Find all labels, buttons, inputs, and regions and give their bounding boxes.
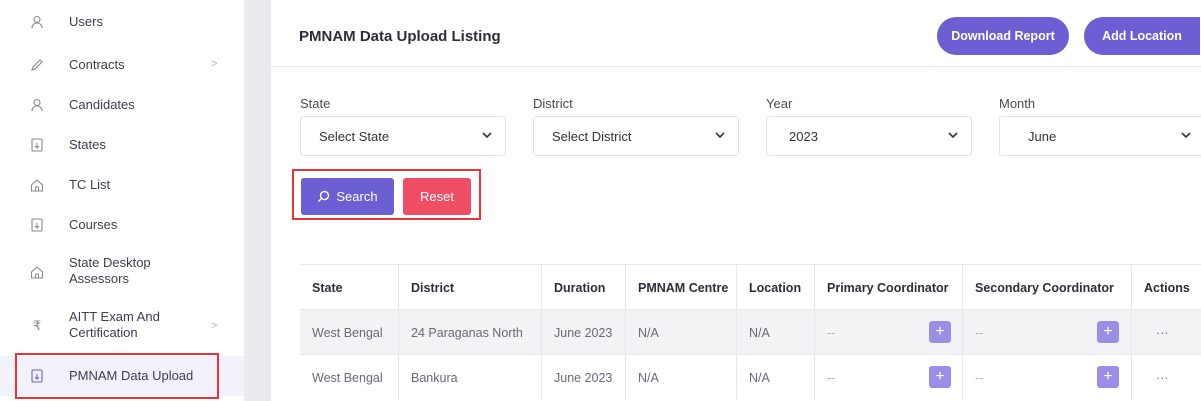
sidebar-item-label: State Desktop Assessors bbox=[69, 255, 151, 286]
add-secondary-coordinator-button[interactable]: + bbox=[1097, 366, 1119, 388]
home-icon bbox=[30, 265, 44, 279]
state-select[interactable]: Select State bbox=[300, 116, 506, 156]
column-header-secondary-coordinator[interactable]: Secondary Coordinator bbox=[963, 265, 1132, 310]
download-report-button[interactable]: Download Report bbox=[937, 17, 1069, 55]
month-label: Month bbox=[999, 96, 1036, 111]
year-select[interactable]: 2023 bbox=[766, 116, 972, 156]
sidebar-item-label: AITT Exam And Certification bbox=[69, 309, 160, 340]
year-select-value: 2023 bbox=[789, 128, 818, 144]
state-label: State bbox=[300, 96, 331, 111]
pen-icon bbox=[30, 58, 44, 72]
sidebar-item-courses[interactable]: Courses bbox=[0, 210, 244, 240]
sidebar-item-label: TC List bbox=[69, 177, 111, 192]
chevron-down-icon bbox=[715, 132, 725, 139]
row-actions-menu[interactable]: ··· bbox=[1132, 355, 1201, 400]
district-select[interactable]: Select District bbox=[533, 116, 739, 156]
cell-duration: June 2023 bbox=[542, 355, 626, 400]
column-header-actions: Actions bbox=[1144, 280, 1190, 295]
table-row: West Bengal 24 Paraganas North June 2023… bbox=[300, 309, 1201, 355]
home-icon bbox=[30, 178, 44, 192]
column-header-pmnam-centre[interactable]: PMNAM Centre bbox=[626, 265, 737, 310]
month-select-value: June bbox=[1028, 128, 1057, 144]
district-label: District bbox=[533, 96, 573, 111]
chevron-right-icon: > bbox=[211, 58, 218, 70]
chevron-down-icon bbox=[948, 132, 958, 139]
cell-duration: June 2023 bbox=[542, 310, 626, 355]
table-header-row: State District Duration PMNAM Centre Loc… bbox=[300, 264, 1201, 310]
state-select-value: Select State bbox=[319, 128, 390, 144]
sidebar-item-label: Contracts bbox=[69, 57, 125, 72]
cell-secondary-coordinator: -- + bbox=[963, 355, 1132, 400]
chevron-down-icon bbox=[482, 132, 492, 139]
primary-coordinator-value: -- bbox=[827, 325, 836, 340]
main-content: PMNAM Data Upload Listing Download Repor… bbox=[271, 0, 1201, 401]
cell-primary-coordinator: -- + bbox=[815, 355, 963, 400]
chevron-down-icon bbox=[1181, 132, 1191, 139]
sidebar-item-aitt-exam[interactable]: ₹ AITT Exam And Certification > bbox=[0, 304, 244, 348]
chevron-right-icon: > bbox=[211, 320, 218, 332]
highlight-box-sidebar bbox=[15, 353, 219, 399]
document-icon bbox=[30, 218, 44, 232]
sidebar-item-label: Candidates bbox=[69, 97, 135, 112]
document-icon bbox=[30, 138, 44, 152]
column-header-primary-coordinator[interactable]: Primary Coordinator bbox=[815, 265, 963, 310]
sidebar-gutter bbox=[244, 0, 271, 401]
cell-pmnam-centre: N/A bbox=[626, 310, 737, 355]
column-header-state[interactable]: State bbox=[300, 265, 399, 310]
cell-state: West Bengal bbox=[300, 355, 399, 400]
secondary-coordinator-value: -- bbox=[975, 325, 984, 340]
sidebar: Users Contracts > Candidates States TC L… bbox=[0, 0, 244, 401]
row-actions-menu[interactable]: ··· bbox=[1132, 310, 1201, 355]
cell-district: 24 Paraganas North bbox=[399, 310, 542, 355]
add-secondary-coordinator-button[interactable]: + bbox=[1097, 321, 1119, 343]
column-header-district[interactable]: District bbox=[399, 265, 542, 310]
rupee-icon: ₹ bbox=[32, 318, 42, 333]
table-row: West Bengal Bankura June 2023 N/A N/A --… bbox=[300, 354, 1201, 400]
year-label: Year bbox=[766, 96, 793, 111]
cell-location: N/A bbox=[737, 310, 815, 355]
cell-location: N/A bbox=[737, 355, 815, 400]
sidebar-item-label: Courses bbox=[69, 217, 118, 232]
month-select[interactable]: June bbox=[999, 116, 1201, 156]
user-icon bbox=[30, 98, 44, 112]
add-primary-coordinator-button[interactable]: + bbox=[929, 321, 951, 343]
sidebar-item-state-desktop-assessors[interactable]: State Desktop Assessors bbox=[0, 250, 244, 294]
highlight-box-actions bbox=[292, 169, 481, 220]
district-select-value: Select District bbox=[552, 128, 632, 144]
sidebar-item-users[interactable]: Users bbox=[0, 9, 244, 35]
header-divider bbox=[271, 66, 1201, 67]
cell-district: Bankura bbox=[399, 355, 542, 400]
cell-secondary-coordinator: -- + bbox=[963, 310, 1132, 355]
cell-pmnam-centre: N/A bbox=[626, 355, 737, 400]
cell-state: West Bengal bbox=[300, 310, 399, 355]
secondary-coordinator-value: -- bbox=[975, 370, 984, 385]
sidebar-item-label: States bbox=[69, 137, 106, 152]
page-title: PMNAM Data Upload Listing bbox=[299, 28, 501, 45]
add-location-button[interactable]: Add Location bbox=[1084, 17, 1200, 55]
sidebar-item-states[interactable]: States bbox=[0, 130, 244, 160]
add-primary-coordinator-button[interactable]: + bbox=[929, 366, 951, 388]
primary-coordinator-value: -- bbox=[827, 370, 836, 385]
sidebar-item-contracts[interactable]: Contracts > bbox=[0, 50, 244, 80]
column-header-location[interactable]: Location bbox=[737, 265, 815, 310]
cell-primary-coordinator: -- + bbox=[815, 310, 963, 355]
user-icon bbox=[30, 15, 44, 29]
sidebar-item-tc-list[interactable]: TC List bbox=[0, 170, 244, 200]
sidebar-item-label: Users bbox=[69, 14, 103, 29]
column-header-duration[interactable]: Duration bbox=[542, 265, 626, 310]
sidebar-item-candidates[interactable]: Candidates bbox=[0, 90, 244, 120]
